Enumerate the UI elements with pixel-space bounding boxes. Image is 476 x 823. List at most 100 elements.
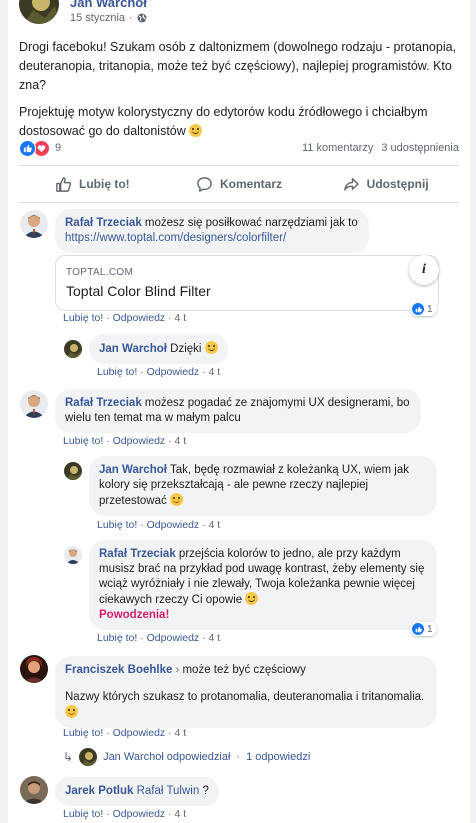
action-separator: · [202,632,206,644]
reply-author[interactable]: Rafał Trzeciak [99,548,176,560]
comment-mention[interactable]: Rafał Tulwin [137,785,200,797]
comment-avatar[interactable] [20,776,48,804]
comment-avatar[interactable] [20,210,48,238]
view-replies-link[interactable]: ↳ Jan Warchoł odpowiedział · 1 odpowiedz… [63,748,310,766]
comment-actions: Lubię to! · Odpowiedz · 4 t [63,808,186,820]
replies-author: Jan Warchoł [103,751,164,763]
comment-actions: Lubię to! · Odpowiedz · 4 t [63,312,186,324]
comment-author[interactable]: Rafał Trzeciak [65,217,142,229]
smile-emoji-icon [189,124,203,137]
post-author-name[interactable]: Jan Warchoł [70,0,147,10]
comment-bubble: Jarek Potluk Rafał Tulwin ? [55,777,219,806]
comment-time[interactable]: 4 t [175,435,187,447]
comment-reply-link[interactable]: Odpowiedz [113,312,166,324]
comment-author[interactable]: Rafał Trzeciak [65,397,142,409]
preview-title[interactable]: Toptal Color Blind Filter [66,283,211,299]
comment-time[interactable]: 4 t [175,808,187,820]
page-background-left [0,0,8,823]
comment-bubble: Rafał Trzeciak możesz się posiłkować nar… [55,209,369,253]
post-meta: 15 stycznia · [70,12,147,24]
share-button-label: Udostępnij [366,177,429,191]
comment-like-link[interactable]: Lubię to! [63,808,103,820]
reaction-number: 1 [427,623,433,635]
share-button[interactable]: Udostępnij [312,166,459,202]
comment-author[interactable]: Jarek Potluk [65,785,133,797]
comment-author[interactable]: Franciszek Boehlke [65,664,172,676]
action-separator: · [168,727,172,739]
post-actions-bar: Lubię to! Komentarz Udostępnij [19,165,459,203]
like-button[interactable]: Lubię to! [19,166,166,202]
comment-like-link[interactable]: Lubię to! [63,312,103,324]
action-separator: · [140,366,144,378]
action-separator: · [168,312,172,324]
replies-count: 1 odpowiedzi [246,751,311,763]
action-separator: · [168,808,172,820]
comment-link[interactable]: https://www.toptal.com/designers/colorfi… [65,232,286,244]
smirk-emoji-icon [169,493,183,506]
reply-bubble: Rafał Trzeciak przejścia kolorów to jedn… [89,540,437,630]
info-icon[interactable]: i [409,255,439,285]
comment-actions: Lubię to! · Odpowiedz · 4 t [63,727,186,739]
reply-time[interactable]: 4 t [209,366,221,378]
comment-tag[interactable]: może też być częściowy [182,664,305,676]
reply-actions: Lubię to! · Odpowiedz · 4 t [97,632,220,644]
post-body: Drogi faceboku! Szukam osób z daltonizme… [19,38,459,149]
comment-like-link[interactable]: Lubię to! [63,727,103,739]
reply-avatar[interactable] [64,462,82,480]
preview-domain: TOPTAL.COM [66,267,134,278]
reply-like-link[interactable]: Lubię to! [97,519,137,531]
post-author-avatar[interactable] [19,0,59,24]
action-separator: · [202,519,206,531]
meta-separator: · [129,12,133,24]
comment-reaction-count[interactable]: 1 [410,302,437,316]
reply-bubble: Jan Warchoł Dzięki [89,334,228,364]
comment-avatar[interactable] [20,655,48,683]
reply-time[interactable]: 4 t [209,632,221,644]
globe-icon [137,13,147,23]
reply-author[interactable]: Jan Warchoł [99,464,167,476]
reply-bubble: Jan Warchoł Tak, będę rozmawiał z koleża… [89,456,437,516]
reply-author[interactable]: Jan Warchoł [99,343,167,355]
like-reaction-icon[interactable] [19,139,36,157]
comments-count[interactable]: 11 komentarzy [302,142,373,154]
reply-reply-link[interactable]: Odpowiedz [147,366,200,378]
action-separator: · [106,435,110,447]
action-separator: · [202,366,206,378]
highlight-text: Powodzenia! [99,609,170,621]
link-preview-card[interactable]: TOPTAL.COM Toptal Color Blind Filter i [55,255,439,311]
reply-avatar[interactable] [64,340,82,358]
comment-text: Nazwy których szukasz to protanomalia, d… [65,691,425,703]
comment-reaction-count[interactable]: 1 [410,622,437,636]
reply-reply-link[interactable]: Odpowiedz [147,519,200,531]
smile-emoji-icon [204,341,218,354]
reply-time[interactable]: 4 t [209,519,221,531]
reply-like-link[interactable]: Lubię to! [97,632,137,644]
shares-count[interactable]: 3 udostępnienia [381,142,459,154]
smile-emoji-icon [245,592,259,605]
thumbs-up-icon [56,176,72,192]
tag-arrow: › [175,664,180,676]
reply-like-link[interactable]: Lubię to! [97,366,137,378]
post-paragraph-text: Projektuję motyw kolorystyczny do edytor… [19,105,428,138]
comment-avatar[interactable] [20,390,48,418]
reply-avatar[interactable] [64,546,82,564]
comment-button[interactable]: Komentarz [166,166,313,202]
post-date[interactable]: 15 stycznia [70,12,125,24]
reply-reply-link[interactable]: Odpowiedz [147,632,200,644]
reaction-count[interactable]: 9 [55,142,61,154]
comment-reply-link[interactable]: Odpowiedz [113,435,166,447]
reaction-number: 1 [427,303,433,315]
action-separator: · [168,435,172,447]
speech-bubble-icon [197,176,212,192]
comment-time[interactable]: 4 t [175,727,187,739]
replies-verb: odpowiedział [166,751,231,763]
comment-time[interactable]: 4 t [175,312,187,324]
comment-reply-link[interactable]: Odpowiedz [113,808,166,820]
comment-reply-link[interactable]: Odpowiedz [113,727,166,739]
page-background-right [470,0,476,823]
post-paragraph: Drogi faceboku! Szukam osób z daltonizme… [19,40,457,92]
share-arrow-icon [343,177,359,191]
reply-text: Dzięki [170,343,202,355]
comment-like-link[interactable]: Lubię to! [63,435,103,447]
